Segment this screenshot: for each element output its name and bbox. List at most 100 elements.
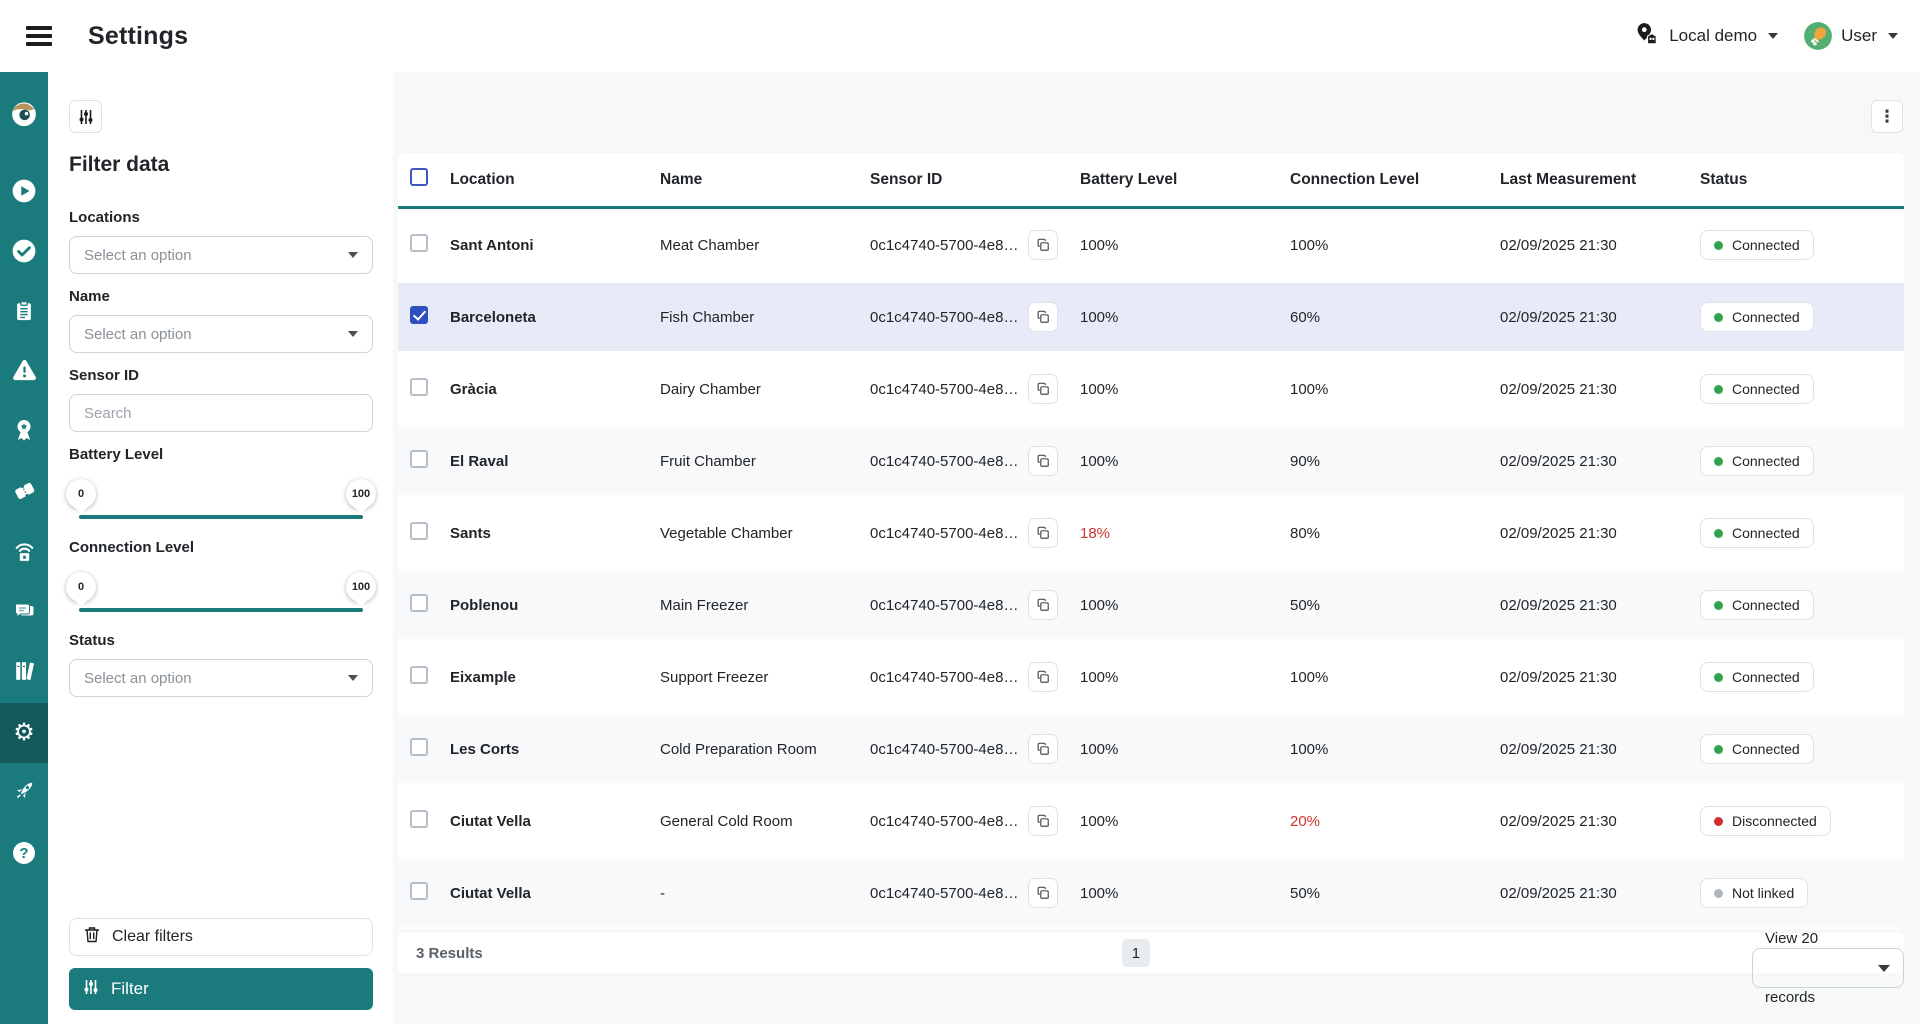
play-circle-icon (11, 178, 37, 209)
connection-max-handle[interactable]: 100 (346, 572, 376, 602)
row-checkbox[interactable] (410, 666, 428, 684)
chevron-down-icon (1888, 33, 1898, 39)
records-per-page-box[interactable] (1752, 948, 1904, 988)
records-per-page-label-bottom: records (1765, 988, 1904, 1008)
status-dot-icon (1714, 745, 1723, 754)
table-header-row: Location Name Sensor ID Battery Level Co… (398, 153, 1904, 209)
table-row: Ciutat Vella General Cold Room 0c1c4740-… (398, 785, 1904, 857)
row-checkbox[interactable] (410, 522, 428, 540)
cell-last-measurement: 02/09/2025 21:30 (1500, 885, 1700, 902)
hamburger-menu-icon[interactable] (26, 26, 52, 46)
sidebar-item-help[interactable]: ? (0, 823, 48, 883)
copy-sensor-id-button[interactable] (1028, 374, 1058, 404)
status-label: Not linked (1732, 885, 1794, 901)
sidebar-item-library[interactable] (0, 643, 48, 703)
page-1-button[interactable]: 1 (1122, 939, 1150, 967)
sidebar-item-alerts[interactable] (0, 343, 48, 403)
name-select[interactable]: Select an option (69, 315, 373, 353)
status-label: Connected (1732, 669, 1800, 685)
sidebar-item-clipboard[interactable] (0, 283, 48, 343)
sensors-table: Location Name Sensor ID Battery Level Co… (398, 153, 1904, 929)
battery-slider-track[interactable] (79, 515, 363, 519)
main-content: ⋮ Location Name Sensor ID Battery Level … (393, 72, 1920, 1024)
cell-location: Ciutat Vella (450, 885, 660, 902)
row-checkbox[interactable] (410, 810, 428, 828)
connection-slider-track[interactable] (79, 608, 363, 612)
locations-label: Locations (69, 209, 373, 226)
row-checkbox[interactable] (410, 306, 428, 324)
status-badge: Connected (1700, 302, 1814, 332)
battery-min-handle[interactable]: 0 (66, 479, 96, 509)
cell-battery: 100% (1080, 885, 1290, 902)
select-all-checkbox[interactable] (410, 168, 428, 186)
row-checkbox[interactable] (410, 882, 428, 900)
status-label: Connected (1732, 309, 1800, 325)
status-dot-icon (1714, 313, 1723, 322)
sidebar-item-gateway[interactable] (0, 523, 48, 583)
filter-toggle-button[interactable] (69, 100, 102, 133)
chevron-down-icon (348, 675, 358, 681)
sidebar-item-settings[interactable]: ⚙ (0, 703, 48, 763)
sidebar-item-check[interactable] (0, 223, 48, 283)
cell-sensor-id: 0c1c4740-5700-4e8… (870, 813, 1018, 830)
kebab-menu-button[interactable]: ⋮ (1871, 100, 1903, 133)
copy-sensor-id-button[interactable] (1028, 878, 1058, 908)
connection-min-handle[interactable]: 0 (66, 572, 96, 602)
cell-battery: 100% (1080, 741, 1290, 758)
top-bar: Settings Local demo User (0, 0, 1920, 72)
cell-location: Les Corts (450, 741, 660, 758)
copy-sensor-id-button[interactable] (1028, 518, 1058, 548)
location-building-icon (1634, 21, 1660, 52)
records-per-page-select[interactable]: View 20 records (1752, 930, 1904, 1008)
cell-connection: 100% (1290, 381, 1500, 398)
table-row: Sant Antoni Meat Chamber 0c1c4740-5700-4… (398, 209, 1904, 281)
user-menu[interactable]: User (1804, 22, 1898, 50)
copy-sensor-id-button[interactable] (1028, 806, 1058, 836)
status-dot-icon (1714, 241, 1723, 250)
clear-filters-button[interactable]: Clear filters (69, 918, 373, 956)
cell-battery: 18% (1080, 525, 1290, 542)
cell-battery: 100% (1080, 237, 1290, 254)
row-checkbox[interactable] (410, 594, 428, 612)
copy-sensor-id-button[interactable] (1028, 302, 1058, 332)
filter-button[interactable]: Filter (69, 968, 373, 1010)
row-checkbox[interactable] (410, 450, 428, 468)
battery-max-handle[interactable]: 100 (346, 479, 376, 509)
user-label: User (1841, 26, 1877, 46)
copy-sensor-id-button[interactable] (1028, 734, 1058, 764)
status-badge: Disconnected (1700, 806, 1831, 836)
cell-sensor-id: 0c1c4740-5700-4e8… (870, 669, 1018, 686)
sidebar-item-chat[interactable] (0, 583, 48, 643)
status-label: Connected (1732, 381, 1800, 397)
cell-battery: 100% (1080, 309, 1290, 326)
sidebar-item-play[interactable] (0, 163, 48, 223)
copy-sensor-id-button[interactable] (1028, 446, 1058, 476)
row-checkbox[interactable] (410, 738, 428, 756)
sensor-id-search-input[interactable] (69, 394, 373, 432)
sidebar-item-rocket[interactable] (0, 763, 48, 823)
cell-location: Ciutat Vella (450, 813, 660, 830)
status-label: Connected (1732, 525, 1800, 541)
cell-sensor-id: 0c1c4740-5700-4e8… (870, 381, 1018, 398)
cell-connection: 100% (1290, 741, 1500, 758)
status-dot-icon (1714, 673, 1723, 682)
row-checkbox[interactable] (410, 234, 428, 252)
library-icon (12, 658, 37, 688)
status-select[interactable]: Select an option (69, 659, 373, 697)
sidebar-item-tickets[interactable] (0, 463, 48, 523)
table-row: Sants Vegetable Chamber 0c1c4740-5700-4e… (398, 497, 1904, 569)
status-dot-icon (1714, 457, 1723, 466)
chevron-down-icon (348, 331, 358, 337)
sidebar-item-award[interactable] (0, 403, 48, 463)
sensor-id-label: Sensor ID (69, 367, 373, 384)
status-badge: Connected (1700, 230, 1814, 260)
status-badge: Connected (1700, 662, 1814, 692)
copy-sensor-id-button[interactable] (1028, 662, 1058, 692)
copy-sensor-id-button[interactable] (1028, 230, 1058, 260)
cell-sensor-id: 0c1c4740-5700-4e8… (870, 525, 1018, 542)
locations-select[interactable]: Select an option (69, 236, 373, 274)
copy-sensor-id-button[interactable] (1028, 590, 1058, 620)
row-checkbox[interactable] (410, 378, 428, 396)
column-header-location: Location (450, 171, 660, 189)
org-switcher[interactable]: Local demo (1634, 21, 1778, 52)
